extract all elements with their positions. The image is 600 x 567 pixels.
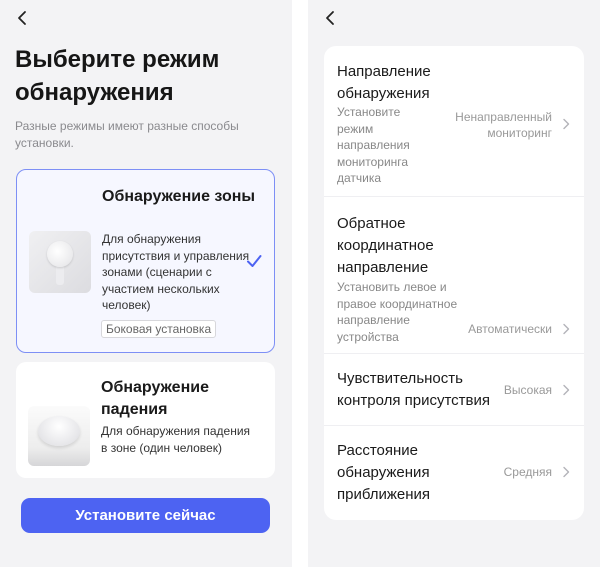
- setting-row-detection-direction[interactable]: Направление обнаружения Установите режим…: [324, 46, 584, 196]
- detection-settings-screen: Направление обнаружения Установите режим…: [308, 0, 600, 567]
- chevron-right-icon: [563, 466, 570, 478]
- setting-value: Высокая: [503, 383, 552, 397]
- checkmark-icon: [247, 255, 262, 267]
- chevron-right-icon: [563, 384, 570, 396]
- chevron-left-icon: [326, 11, 334, 25]
- settings-list: Направление обнаружения Установите режим…: [324, 46, 584, 520]
- mode-card-fall-detection[interactable]: Обнаружение падения Для обнаружения паде…: [16, 362, 275, 478]
- chevron-left-icon: [18, 11, 26, 25]
- mode-description: Для обнаружения присутствия и управления…: [102, 232, 250, 312]
- setting-title: Обратное координатное направление: [337, 215, 434, 276]
- setting-row-approach-distance[interactable]: Расстояние обнаружения приближения Средн…: [324, 425, 584, 520]
- setting-title: Расстояние обнаружения приближения: [337, 442, 431, 503]
- back-button[interactable]: [12, 8, 32, 28]
- setting-value: Средняя: [503, 465, 552, 479]
- page-subtitle: Разные режимы имеют разные способы устан…: [15, 119, 239, 150]
- setting-description: Установить левое и правое координатное н…: [337, 280, 458, 344]
- setting-description: Установите режим направления мониторинга…: [337, 105, 410, 185]
- mode-title: Обнаружение зоны: [102, 188, 256, 205]
- back-button[interactable]: [320, 8, 340, 28]
- mode-card-zone-detection[interactable]: Обнаружение зоны Для обнаружения присутс…: [16, 169, 275, 353]
- setting-value: Ненаправленный мониторинг: [455, 110, 552, 140]
- page-title: Выберите режим обнаружения: [15, 46, 220, 106]
- ceiling-sensor-image: [28, 406, 90, 466]
- setting-row-reverse-coordinate[interactable]: Обратное координатное направление Устано…: [324, 196, 584, 353]
- mode-select-screen: Выберите режим обнаружения Разные режимы…: [0, 0, 292, 567]
- setting-value: Автоматически: [468, 322, 552, 336]
- mode-title: Обнаружение падения: [101, 379, 209, 418]
- wall-sensor-image: [29, 231, 91, 293]
- mode-description: Для обнаружения падения в зоне (один чел…: [101, 424, 251, 455]
- install-type-tag: Боковая установка: [101, 320, 217, 338]
- chevron-right-icon: [563, 118, 570, 130]
- chevron-right-icon: [563, 323, 570, 335]
- setting-title: Направление обнаружения: [337, 63, 431, 102]
- install-now-button[interactable]: Установите сейчас: [21, 498, 270, 533]
- setting-row-presence-sensitivity[interactable]: Чувствительность контроля присутствия Вы…: [324, 353, 584, 425]
